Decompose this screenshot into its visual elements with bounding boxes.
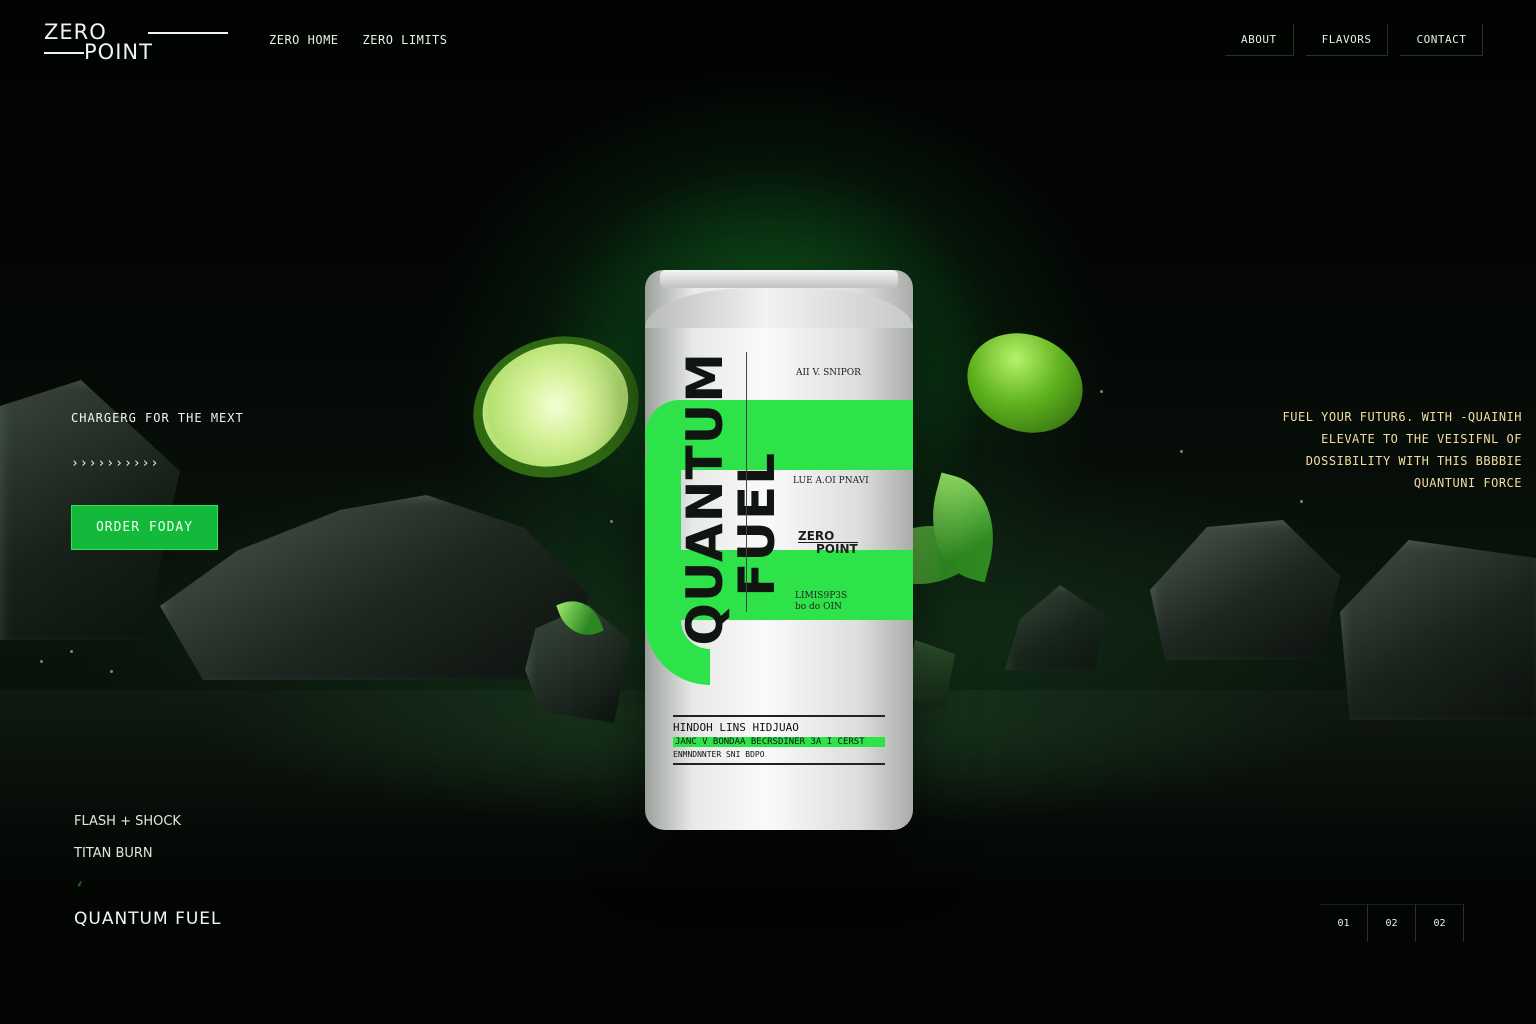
can-divider	[746, 352, 747, 612]
hero-description-line: DOSSIBILITY WITH THIS BBBBIE	[1305, 454, 1522, 468]
rock-image	[1340, 540, 1536, 720]
pager-item-3[interactable]: 02	[1416, 904, 1464, 942]
chevrons-decoration: ››››››››››	[71, 456, 160, 471]
brand-logo[interactable]: ZERO POINT	[44, 20, 228, 63]
slide-pager: 01 02 02	[1320, 904, 1464, 942]
sparkle	[40, 660, 43, 663]
nav-button-about[interactable]: ABOUT	[1225, 24, 1294, 56]
can-label-highlight: JANC V BONDAA BECRSDINER 3A I CERST	[673, 737, 885, 747]
sparkle	[70, 650, 73, 653]
rock-image	[1005, 585, 1105, 670]
nav-link-zero-home[interactable]: ZERO HOME	[269, 33, 339, 47]
sparkle	[1100, 390, 1103, 393]
hero-description-line: ELEVATE TO THE VEISIFNL OF	[1321, 432, 1522, 446]
current-flavor-title: QUANTUM FUEL	[74, 909, 222, 929]
flavor-item-flash-shock[interactable]: FLASH + SHOCK	[74, 806, 181, 838]
can-small-text: bo do OIN	[795, 602, 842, 612]
sparkle	[610, 520, 613, 523]
can-logo: ZERO POINT	[798, 530, 858, 555]
hero-tagline: CHARGERG FOR THE MEXT	[71, 411, 244, 425]
sparkle	[110, 670, 113, 673]
pager-item-2[interactable]: 02	[1368, 904, 1416, 942]
rock-image	[1150, 520, 1340, 660]
logo-rule	[44, 52, 84, 54]
can-label: HINDOH LINS HIDJUAO JANC V BONDAA BECRSD…	[673, 715, 885, 765]
flavor-list: FLASH + SHOCK TITAN BURN	[74, 806, 181, 870]
sparkle	[1180, 450, 1183, 453]
nav-button-flavors[interactable]: FLAVORS	[1305, 24, 1389, 56]
can-title-word2: FUEL	[728, 452, 786, 597]
can-logo-line2: POINT	[816, 542, 858, 556]
flavor-item-titan-burn[interactable]: TITAN BURN	[74, 838, 181, 870]
nav-button-contact[interactable]: CONTACT	[1400, 24, 1484, 56]
can-label-title: HINDOH LINS HIDJUAO	[673, 721, 799, 734]
lime-fruit-image	[952, 316, 1098, 450]
hero-description: FUEL YOUR FUTUR6. WITH -QUAINIH ELEVATE …	[1210, 406, 1522, 494]
brand-logo-line1: ZERO	[44, 20, 107, 44]
can-small-text: LUE A.OI PNAVI	[793, 476, 869, 486]
flavor-marker-icon: ⸙	[76, 876, 84, 890]
order-today-button[interactable]: ORDER FODAY	[71, 505, 218, 550]
lime-slice-image	[454, 315, 658, 499]
primary-nav: ZERO HOME ZERO LIMITS	[269, 33, 448, 47]
rock-image	[160, 495, 590, 680]
can-small-text: AII V. SNIPOR	[796, 368, 861, 378]
sparkle	[1300, 500, 1303, 503]
secondary-nav: ABOUT FLAVORS CONTACT	[1225, 24, 1484, 56]
hero-background: QUANTUM FUEL AII V. SNIPOR LUE A.OI PNAV…	[0, 0, 1536, 1024]
hero-description-line: QUANTUNI FORCE	[1413, 476, 1522, 490]
pager-item-1[interactable]: 01	[1320, 904, 1368, 942]
can-small-text: LIMIS9P3S	[795, 591, 848, 601]
hero-description-line: FUEL YOUR FUTUR6. WITH -QUAINIH	[1282, 410, 1522, 424]
can-title-word1: QUANTUM	[676, 352, 734, 646]
nav-link-zero-limits[interactable]: ZERO LIMITS	[363, 33, 448, 47]
can-label-small: ENMNDNNTER SNI BDPO	[673, 750, 885, 765]
logo-rule	[148, 32, 228, 34]
